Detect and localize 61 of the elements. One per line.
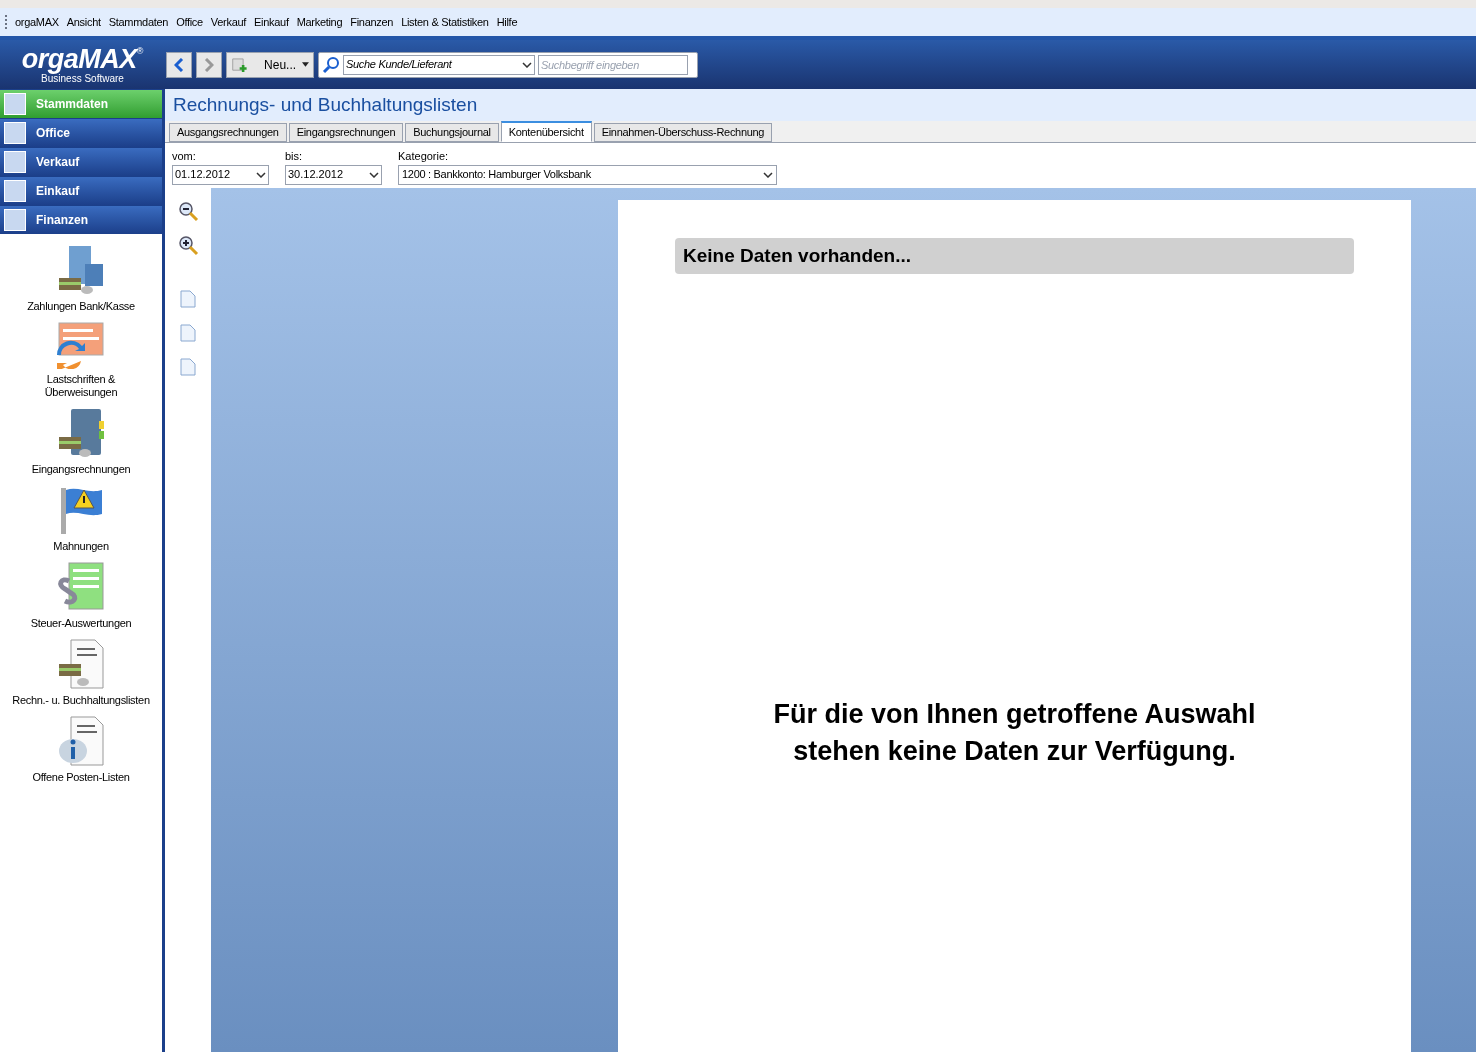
search-icon: [322, 55, 340, 74]
nav-icon: [4, 180, 26, 202]
module-link[interactable]: Eingangsrechnungen: [11, 463, 151, 476]
chevron-right-icon: [204, 57, 214, 72]
chevron-left-icon: [174, 57, 184, 72]
logo-wordmark: orgaMAX: [21, 44, 137, 73]
date-dropdown[interactable]: 30.12.2012: [285, 164, 382, 185]
menu-item[interactable]: Stammdaten: [108, 13, 169, 31]
tax-form-icon: [55, 561, 107, 613]
nav-icon: [4, 151, 26, 173]
caret-icon: [302, 62, 309, 67]
search-field[interactable]: Suchbegriff eingeben: [538, 54, 688, 75]
empty-message: stehen keine Daten zur Verfügung.: [793, 735, 1236, 768]
menu-item[interactable]: Ansicht: [66, 13, 101, 31]
menu-item[interactable]: Listen & Statistiken: [401, 13, 489, 31]
menu-item[interactable]: Einkauf: [254, 13, 289, 31]
module-link[interactable]: Zahlungen Bank/Kasse: [11, 300, 151, 313]
menu-item[interactable]: Verkauf: [210, 13, 247, 31]
empty-message: Für die von Ihnen getroffene Auswahl: [773, 698, 1256, 731]
chevron-down-icon: [256, 171, 266, 178]
tab[interactable]: Ausgangsrechnungen: [169, 123, 287, 142]
report-heading: Keine Daten vorhanden...: [683, 243, 912, 268]
module-link[interactable]: Mahnungen: [11, 540, 151, 553]
menu-item[interactable]: Finanzen: [350, 13, 394, 31]
nav-icon: [4, 93, 26, 115]
nav-item[interactable]: Einkauf: [0, 177, 162, 205]
search-type-dropdown[interactable]: Suche Kunde/Lieferant: [343, 54, 535, 75]
page-title: Rechnungs- und Buchhaltungslisten: [173, 92, 478, 117]
nav-item[interactable]: Verkauf: [0, 148, 162, 176]
field-label: Kategorie:: [398, 149, 450, 164]
module-link[interactable]: Rechn.- u. Buchhaltungslisten: [11, 694, 151, 707]
tab[interactable]: Einnahmen-Überschuss-Rechnung: [593, 123, 773, 142]
new-button[interactable]: Neu...: [226, 51, 314, 78]
zoom-out-icon[interactable]: [177, 200, 199, 222]
back-button[interactable]: [166, 51, 192, 78]
field-label: vom:: [172, 149, 197, 164]
module-link[interactable]: Offene Posten-Listen: [11, 771, 151, 784]
date-dropdown[interactable]: 01.12.2012: [172, 164, 269, 185]
registered-mark: ®: [136, 44, 144, 56]
tab[interactable]: Eingangsrechnungen: [288, 123, 404, 142]
chevron-down-icon: [763, 171, 773, 178]
chevron-down-icon: [522, 61, 532, 68]
module-link[interactable]: Steuer-Auswertungen: [11, 617, 151, 630]
chevron-down-icon: [369, 171, 379, 178]
field-label: bis:: [285, 149, 304, 164]
nav-icon: [4, 209, 26, 231]
zoom-in-icon[interactable]: [177, 234, 199, 256]
nav-item[interactable]: Finanzen: [0, 206, 162, 234]
tab[interactable]: Buchungsjournal: [405, 123, 499, 142]
nav-icon: [4, 122, 26, 144]
menu-item[interactable]: Marketing: [296, 13, 343, 31]
form-arrows-icon: [55, 321, 107, 369]
menu-item[interactable]: Office: [176, 13, 203, 31]
module-link[interactable]: Lastschriften & Überweisungen: [11, 373, 151, 399]
menu-item[interactable]: Hilfe: [496, 13, 518, 31]
logo-subtitle: Business Software: [41, 72, 124, 85]
forward-button[interactable]: [196, 51, 222, 78]
tab[interactable]: Kontenübersicht: [500, 121, 592, 142]
category-dropdown[interactable]: 1200 : Bankkonto: Hamburger Volksbank: [398, 164, 777, 185]
nav-item[interactable]: Office: [0, 119, 162, 147]
menu-item[interactable]: orgaMAX: [15, 13, 59, 31]
